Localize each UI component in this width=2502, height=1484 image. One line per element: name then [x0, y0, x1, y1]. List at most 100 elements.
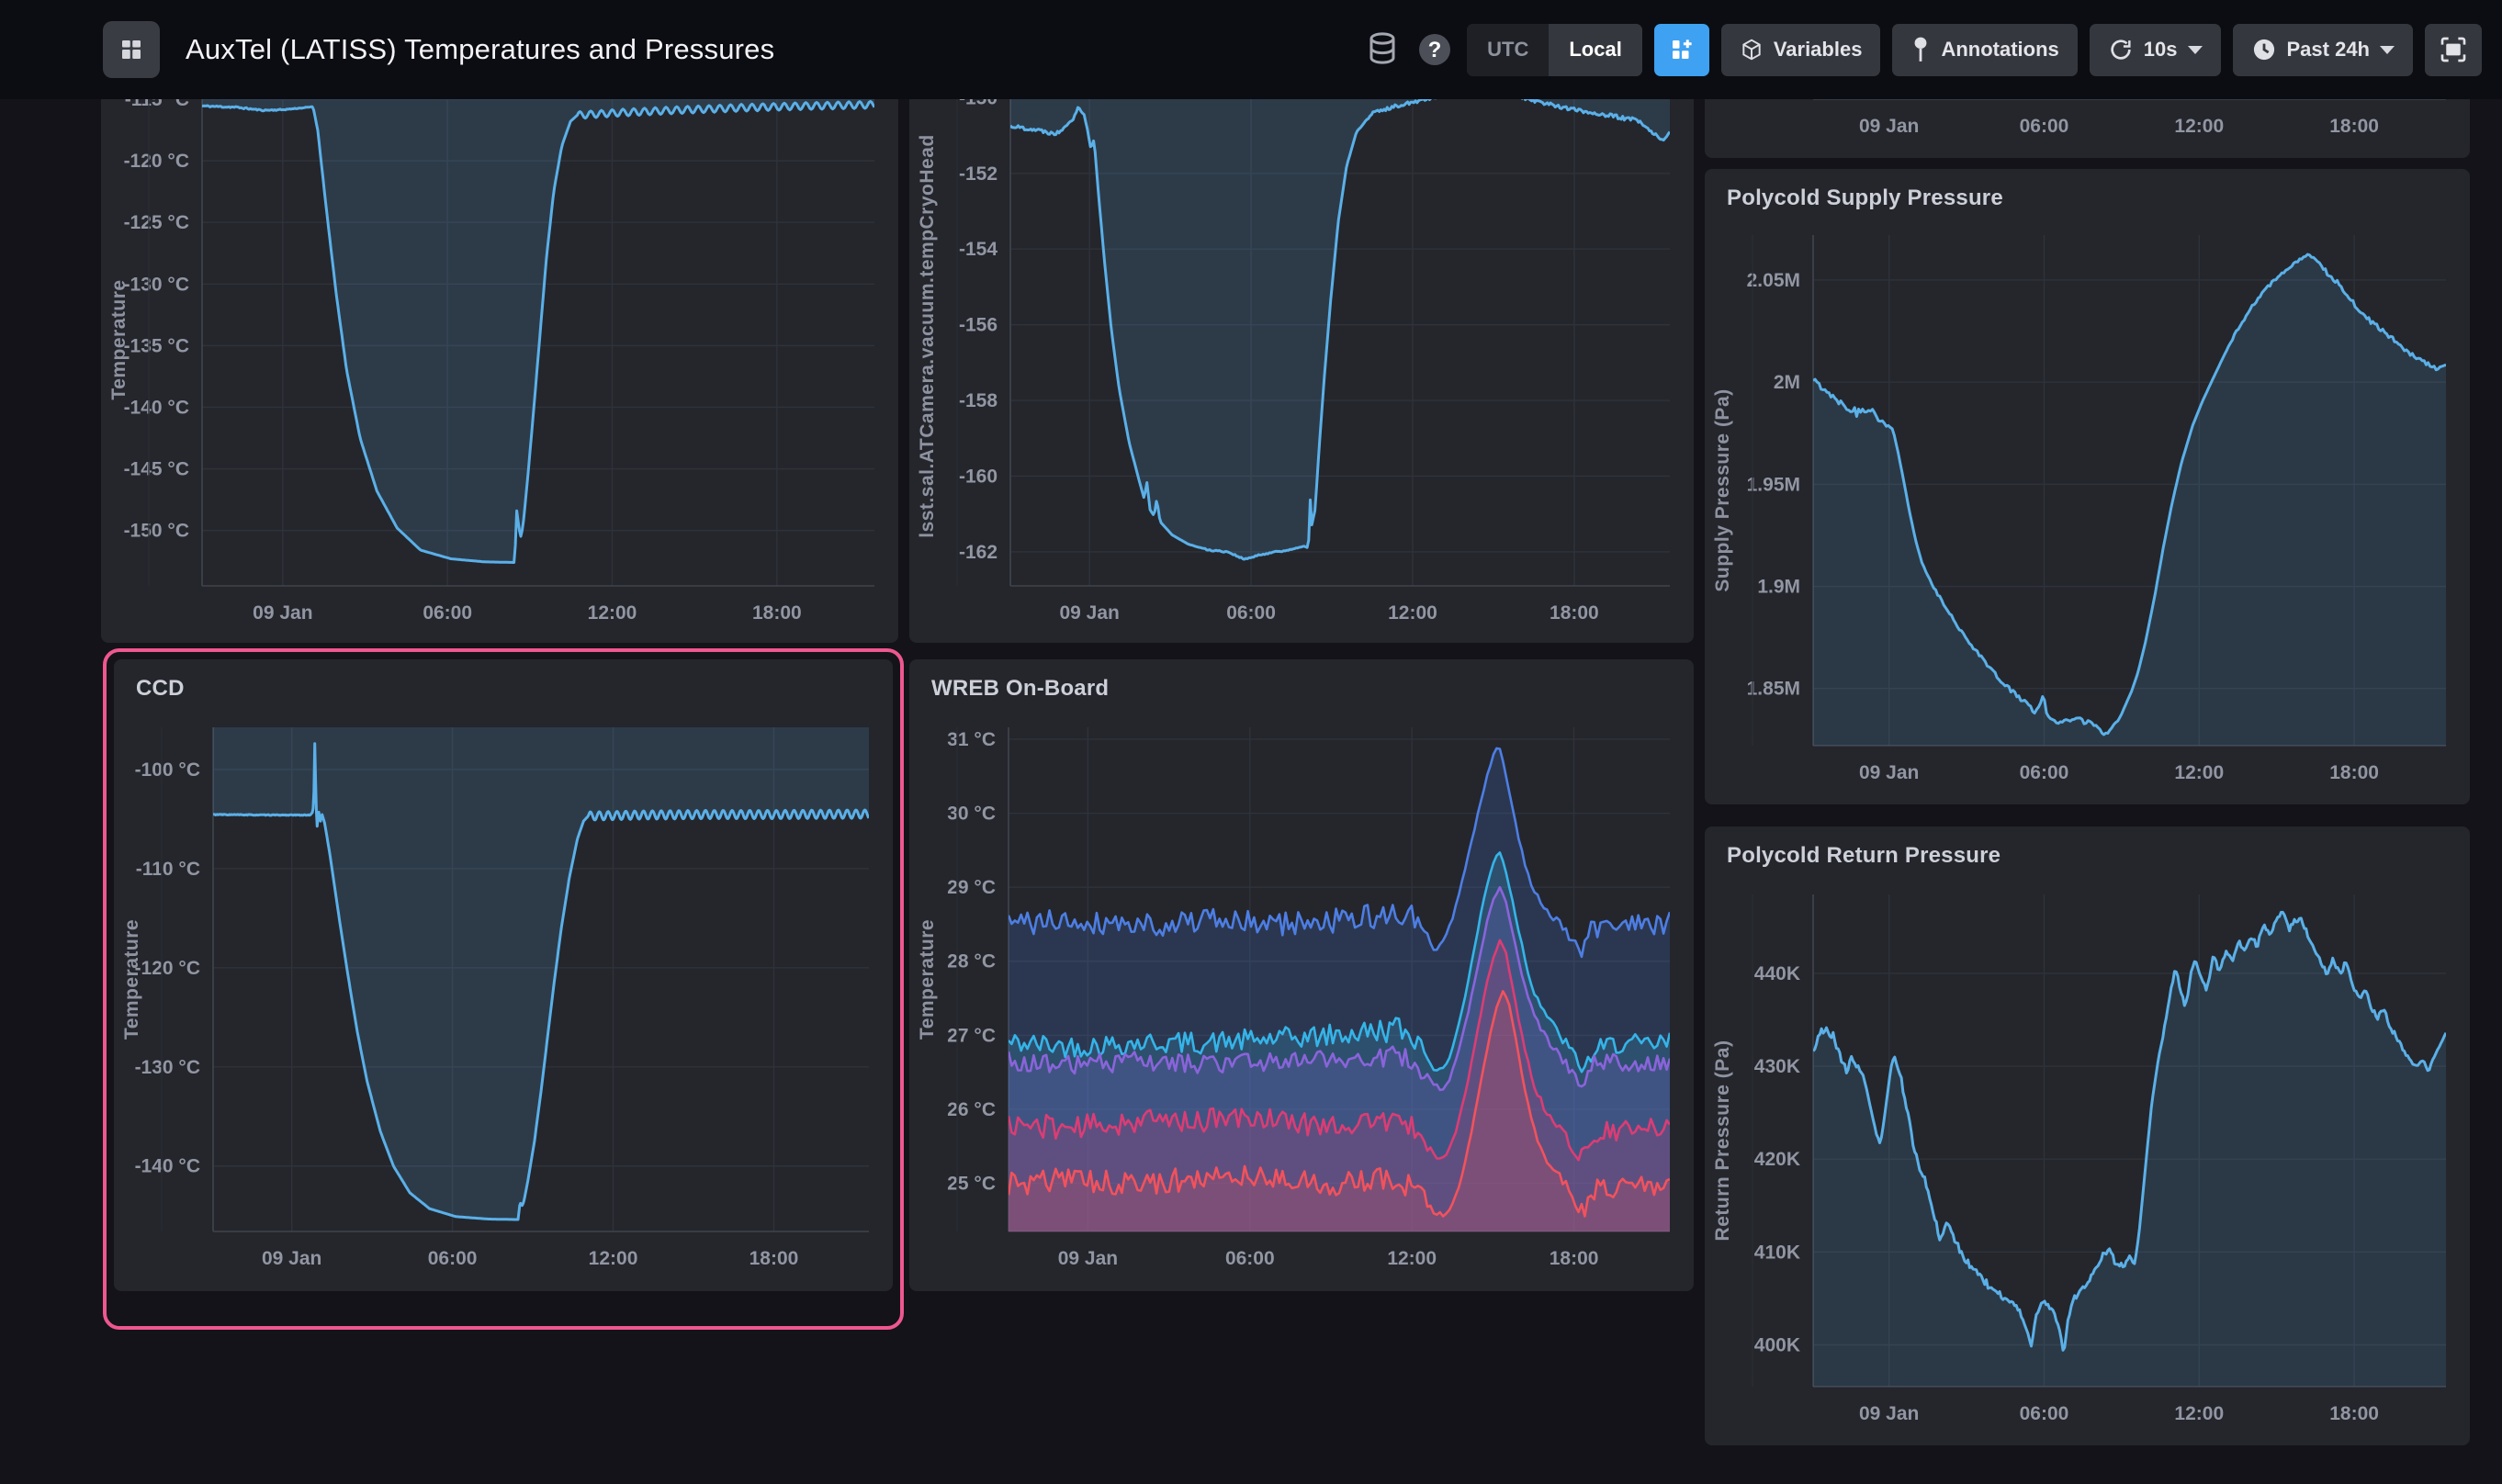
chevron-down-icon [2380, 46, 2395, 54]
y-tick-label: 400K [1754, 1334, 1800, 1355]
y-tick-label: 2.05M [1747, 270, 1800, 291]
x-tick-label: 06:00 [2020, 1403, 2069, 1424]
wreb-on-board-panel: WREB On-Board31 °C30 °C29 °C28 °C27 °C26… [909, 659, 1694, 1291]
y-tick-label: -150 °C [124, 521, 189, 542]
grid-icon [118, 36, 145, 63]
y-axis-label: Temperature [108, 279, 130, 399]
time-series-chart[interactable]: -100 °C-110 °C-120 °C-130 °C-140 °C09 Ja… [114, 707, 893, 1286]
time-series-chart[interactable]: -150-152-154-156-158-160-16209 Jan06:001… [909, 77, 1694, 637]
x-tick-label: 12:00 [589, 1248, 638, 1269]
x-tick-label: 06:00 [423, 602, 472, 624]
y-tick-label: 1.95M [1747, 474, 1800, 495]
y-tick-label: -110 °C [136, 859, 200, 880]
y-tick-label: -162 [959, 542, 997, 563]
x-tick-label: 09 Jan [1059, 602, 1119, 624]
add-cell-button[interactable] [1654, 24, 1709, 76]
polycold-supply-pressure-panel: Polycold Supply Pressure 2.05M 2M 1.95M 1.9M… [1705, 169, 2470, 804]
y-tick-label: -160 [959, 466, 997, 487]
x-tick-label: 12:00 [1387, 1248, 1437, 1269]
x-tick-label: 12:00 [2174, 116, 2224, 137]
x-tick-label: 09 Jan [1058, 1248, 1118, 1269]
variables-label: Variables [1774, 38, 1863, 62]
y-tick-label: 1.85M [1747, 679, 1800, 700]
y-tick-label: -100 °C [135, 759, 200, 781]
navbar: AuxTel (LATISS) Temperatures and Pressur… [0, 0, 2502, 99]
time-series-chart[interactable]: 440K430K420K410K400K09 Jan06:0012:0018:0… [1705, 874, 2470, 1440]
y-axis-label: Supply Pressure (Pa) [1712, 388, 1733, 591]
timezone-utc-button[interactable]: UTC [1467, 24, 1549, 76]
y-tick-label: 25 °C [947, 1174, 996, 1195]
y-tick-label: -158 [959, 390, 997, 411]
x-tick-label: 12:00 [2174, 1403, 2224, 1424]
x-tick-label: 09 Jan [253, 602, 312, 624]
x-tick-label: 18:00 [2329, 762, 2379, 783]
y-tick-label: -120 °C [124, 151, 189, 172]
timezone-toggle: UTC Local [1467, 24, 1642, 76]
y-tick-label: -130 °C [124, 274, 189, 295]
y-tick-label: 2M [1774, 372, 1800, 393]
x-tick-label: 09 Jan [1859, 762, 1919, 783]
ccd-panel: CCD-100 °C-110 °C-120 °C-130 °C-140 °C09… [114, 659, 893, 1291]
y-tick-label: 29 °C [947, 877, 996, 898]
y-tick-label: 26 °C [947, 1099, 996, 1120]
y-axis-label: Temperature [121, 919, 142, 1040]
y-tick-label: -145 °C [124, 459, 189, 480]
add-cell-icon [1668, 36, 1696, 63]
x-tick-label: 12:00 [1388, 602, 1437, 624]
x-tick-label: 18:00 [2329, 1403, 2379, 1424]
cryohead-temperature-panel: -150-152-154-156-158-160-16209 Jan06:001… [909, 77, 1694, 643]
annotation-pin-icon [1910, 36, 1931, 63]
x-tick-label: 09 Jan [262, 1248, 321, 1269]
panel-title: Polycold Supply Pressure [1705, 169, 2470, 217]
annotations-label: Annotations [1941, 38, 2058, 62]
panel-title: CCD [114, 659, 893, 707]
sources-icon[interactable] [1362, 29, 1403, 70]
cryotel-temperature-panel: -115 °C-120 °C-125 °C-130 °C-135 °C-140 … [101, 84, 898, 643]
y-tick-label: -125 °C [124, 212, 189, 233]
refresh-interval-dropdown[interactable]: 10s [2090, 24, 2221, 76]
svg-text:?: ? [1428, 38, 1442, 62]
x-tick-label: 18:00 [749, 1248, 799, 1269]
panel-title: Polycold Return Pressure [1705, 826, 2470, 874]
time-series-chart[interactable]: 31 °C30 °C29 °C28 °C27 °C26 °C25 °C09 Ja… [909, 707, 1694, 1286]
cube-icon [1740, 37, 1764, 62]
time-range-dropdown[interactable]: Past 24h [2233, 24, 2414, 76]
help-icon[interactable]: ? [1414, 29, 1455, 70]
dashboard-grid: -115 °C-120 °C-125 °C-130 °C-135 °C-140 … [0, 0, 2502, 1484]
refresh-interval-label: 10s [2144, 38, 2178, 62]
x-tick-label: 06:00 [428, 1248, 478, 1269]
y-tick-label: 1.9M [1757, 577, 1800, 598]
y-tick-label: 31 °C [947, 729, 996, 750]
x-tick-label: 18:00 [1550, 1248, 1599, 1269]
refresh-icon [2108, 37, 2134, 62]
chevron-down-icon [2188, 46, 2203, 54]
page-title: AuxTel (LATISS) Temperatures and Pressur… [186, 33, 774, 66]
y-tick-label: 420K [1754, 1149, 1800, 1170]
presentation-mode-button[interactable] [2425, 24, 2482, 76]
time-series-chart[interactable]: -115 °C-120 °C-125 °C-130 °C-135 °C-140 … [101, 84, 898, 637]
y-tick-label: -156 [959, 315, 997, 336]
y-tick-label: 430K [1754, 1056, 1800, 1077]
x-tick-label: 12:00 [588, 602, 637, 624]
y-axis-label: Temperature [917, 919, 938, 1040]
x-tick-label: 06:00 [1226, 602, 1276, 624]
annotations-button[interactable]: Annotations [1892, 24, 2077, 76]
y-tick-label: 410K [1754, 1242, 1800, 1263]
panel-title: WREB On-Board [909, 659, 1694, 707]
dashboards-menu-button[interactable] [103, 21, 160, 78]
time-range-label: Past 24h [2287, 38, 2371, 62]
fullscreen-icon [2439, 35, 2468, 64]
x-tick-label: 18:00 [1550, 602, 1599, 624]
series-fill [202, 92, 874, 563]
series-fill [213, 725, 869, 1220]
x-tick-label: 18:00 [2329, 116, 2379, 137]
y-tick-label: 27 °C [947, 1025, 996, 1046]
x-tick-label: 09 Jan [1859, 116, 1919, 137]
variables-button[interactable]: Variables [1721, 24, 1881, 76]
timezone-local-button[interactable]: Local [1549, 24, 1641, 76]
y-tick-label: 440K [1754, 963, 1800, 984]
y-tick-label: 28 °C [947, 951, 996, 972]
y-axis-label: lsst.sal.ATCamera.vacuum.tempCryoHead [917, 134, 938, 537]
time-series-chart[interactable]: 2.05M2M1.95M1.9M1.85M09 Jan06:0012:0018:… [1705, 217, 2470, 799]
x-tick-label: 18:00 [752, 602, 802, 624]
